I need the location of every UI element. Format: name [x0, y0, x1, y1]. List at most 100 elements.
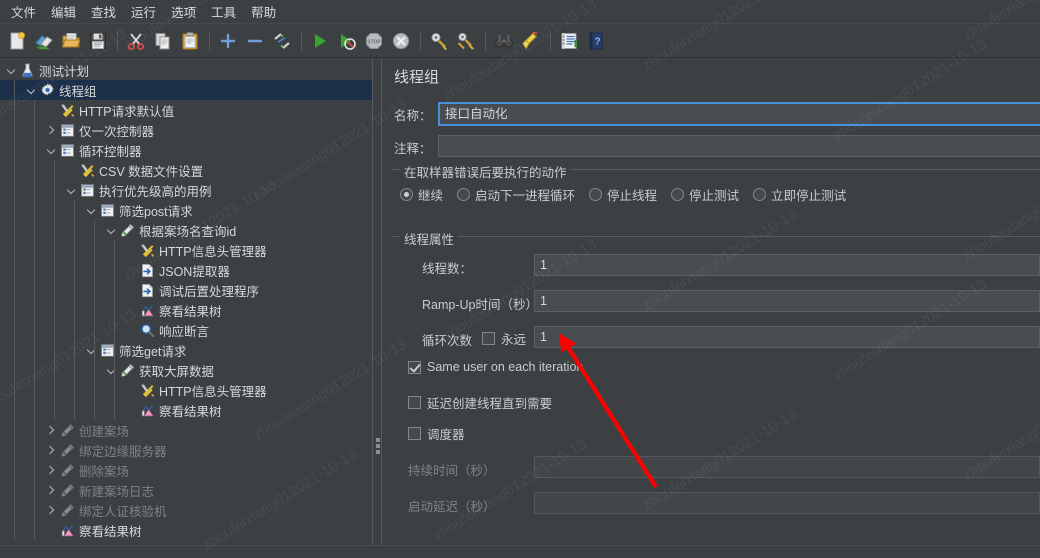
- comment-input[interactable]: [438, 135, 1040, 157]
- new-document-icon[interactable]: [4, 28, 30, 54]
- chevron-down-icon[interactable]: [24, 80, 38, 100]
- clear-all-icon[interactable]: [453, 28, 479, 54]
- tree-node[interactable]: 新建案场日志: [0, 480, 372, 500]
- cut-scissors-icon[interactable]: [123, 28, 149, 54]
- tree-node[interactable]: 循环控制器: [0, 140, 372, 160]
- copy-icon[interactable]: [150, 28, 176, 54]
- pane-splitter[interactable]: [372, 58, 382, 545]
- num-threads-input[interactable]: 1: [534, 254, 1040, 276]
- loop-count-input[interactable]: 1: [534, 326, 1040, 348]
- radio-stop-test-now-indicator[interactable]: [753, 188, 767, 201]
- save-icon[interactable]: [85, 28, 111, 54]
- toggle-enable-icon[interactable]: [269, 28, 295, 54]
- chevron-right-icon[interactable]: [44, 120, 58, 140]
- stop-icon[interactable]: STOP: [361, 28, 387, 54]
- forever-checkbox[interactable]: 永远: [482, 329, 526, 348]
- tree-node[interactable]: 响应断言: [0, 320, 372, 340]
- tree-node[interactable]: 仅一次控制器: [0, 120, 372, 140]
- radio-start-next-loop[interactable]: 启动下一进程循环: [457, 185, 575, 204]
- run-no-timers-icon[interactable]: [334, 28, 360, 54]
- tree-node-label: 响应断言: [159, 324, 210, 339]
- chevron-right-icon[interactable]: [44, 440, 58, 460]
- menu-item-file[interactable]: 文件: [4, 0, 43, 24]
- tree-node[interactable]: HTTP信息头管理器: [0, 240, 372, 260]
- controller-icon: [58, 122, 76, 138]
- tree-node[interactable]: HTTP信息头管理器: [0, 380, 372, 400]
- clear-icon[interactable]: [426, 28, 452, 54]
- chevron-down-icon[interactable]: [104, 360, 118, 380]
- tree-node[interactable]: 察看结果树: [0, 300, 372, 320]
- menu-item-edit[interactable]: 编辑: [44, 0, 83, 24]
- tree-node[interactable]: 筛选post请求: [0, 200, 372, 220]
- duration-input[interactable]: [534, 456, 1040, 478]
- expand-plus-icon[interactable]: [215, 28, 241, 54]
- chevron-right-icon[interactable]: [44, 460, 58, 480]
- menu-item-run[interactable]: 运行: [124, 0, 163, 24]
- error-action-radio-group[interactable]: 继续 启动下一进程循环 停止线程 停止测试 立即停止测试: [400, 185, 860, 204]
- tree-node[interactable]: 根据案场名查询id: [0, 220, 372, 240]
- tree-node[interactable]: 察看结果树: [0, 400, 372, 420]
- ramp-up-input[interactable]: 1: [534, 290, 1040, 312]
- radio-stop-thread[interactable]: 停止线程: [589, 185, 657, 204]
- tree-node[interactable]: 线程组: [0, 80, 372, 100]
- menu-item-help[interactable]: 帮助: [244, 0, 283, 24]
- tree-node[interactable]: JSON提取器: [0, 260, 372, 280]
- menu-item-tools[interactable]: 工具: [204, 0, 243, 24]
- tree-node-label: 调试后置处理程序: [159, 284, 260, 299]
- open-folder-icon[interactable]: [58, 28, 84, 54]
- tree-node[interactable]: 察看结果树: [0, 520, 372, 540]
- chevron-down-icon[interactable]: [44, 140, 58, 160]
- tree-node[interactable]: 绑定边缘服务器: [0, 440, 372, 460]
- chevron-right-icon[interactable]: [44, 420, 58, 440]
- radio-stop-thread-indicator[interactable]: [589, 188, 603, 201]
- tree-node[interactable]: 调试后置处理程序: [0, 280, 372, 300]
- help-book-icon[interactable]: ?: [583, 28, 609, 54]
- startup-delay-input[interactable]: [534, 492, 1040, 514]
- scheduler-checkbox-indicator[interactable]: [408, 427, 421, 440]
- chevron-down-icon[interactable]: [64, 180, 78, 200]
- function-helper-icon[interactable]: [556, 28, 582, 54]
- tree-node[interactable]: 筛选get请求: [0, 340, 372, 360]
- radio-continue-indicator[interactable]: [400, 188, 413, 201]
- chevron-right-icon[interactable]: [44, 500, 58, 520]
- forever-checkbox-indicator[interactable]: [482, 332, 495, 345]
- same-user-checkbox-indicator[interactable]: [408, 360, 421, 374]
- tree-node[interactable]: 执行优先级高的用例: [0, 180, 372, 200]
- chevron-down-icon[interactable]: [104, 220, 118, 240]
- delay-thread-creation-checkbox-indicator[interactable]: [408, 396, 421, 409]
- test-plan-tree[interactable]: 测试计划 线程组 HTTP请求默认值 仅一次控制器 循环控制器 CSV 数据文件设置 执行优…: [0, 58, 372, 540]
- collapse-minus-icon[interactable]: [242, 28, 268, 54]
- reset-search-icon[interactable]: [518, 28, 544, 54]
- chevron-down-icon[interactable]: [4, 60, 18, 80]
- scheduler-checkbox[interactable]: 调度器: [408, 424, 465, 443]
- shutdown-icon[interactable]: [388, 28, 414, 54]
- tree-node[interactable]: 创建案场: [0, 420, 372, 440]
- splitter-grip-icon[interactable]: [376, 438, 380, 454]
- same-user-checkbox[interactable]: Same user on each iteration: [408, 360, 583, 374]
- chevron-down-icon[interactable]: [84, 200, 98, 220]
- radio-stop-test-now[interactable]: 立即停止测试: [753, 185, 846, 204]
- tree-node[interactable]: 删除案场: [0, 460, 372, 480]
- run-play-icon[interactable]: [307, 28, 333, 54]
- tree-node[interactable]: 测试计划: [0, 60, 372, 80]
- menu-item-options[interactable]: 选项: [164, 0, 203, 24]
- tree-node[interactable]: 绑定人证核验机: [0, 500, 372, 520]
- radio-stop-test[interactable]: 停止测试: [671, 185, 739, 204]
- templates-icon[interactable]: [31, 28, 57, 54]
- menu-item-search[interactable]: 查找: [84, 0, 123, 24]
- radio-stop-test-indicator[interactable]: [671, 188, 685, 201]
- chevron-right-icon[interactable]: [44, 480, 58, 500]
- thread-group-gear-icon: [38, 82, 56, 98]
- test-plan-tree-pane[interactable]: 测试计划 线程组 HTTP请求默认值 仅一次控制器 循环控制器 CSV 数据文件设置 执行优…: [0, 58, 372, 545]
- delay-thread-creation-checkbox[interactable]: 延迟创建线程直到需要: [408, 393, 552, 412]
- tree-node[interactable]: 获取大屏数据: [0, 360, 372, 380]
- search-binoculars-icon[interactable]: [491, 28, 517, 54]
- radio-start-next-loop-indicator[interactable]: [457, 188, 471, 201]
- radio-continue[interactable]: 继续: [400, 185, 443, 204]
- tree-node[interactable]: HTTP请求默认值: [0, 100, 372, 120]
- chevron-down-icon[interactable]: [84, 340, 98, 360]
- paste-clipboard-icon[interactable]: [177, 28, 203, 54]
- name-input[interactable]: 接口自动化: [438, 102, 1040, 126]
- tree-node[interactable]: CSV 数据文件设置: [0, 160, 372, 180]
- view-results-tree-icon: [138, 402, 156, 418]
